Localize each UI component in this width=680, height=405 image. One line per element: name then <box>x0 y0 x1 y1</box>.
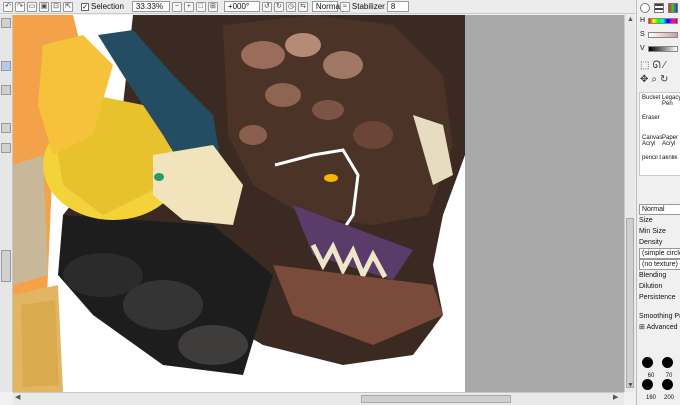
advanced-label: Advanced <box>646 324 678 331</box>
layer-button-3[interactable] <box>1 123 11 133</box>
clear-icon[interactable]: ⊡ <box>51 1 61 12</box>
color-grid-icon[interactable] <box>668 3 678 13</box>
rotate-reset-icon[interactable]: ◷ <box>285 1 296 12</box>
move-icon[interactable]: ✥ <box>640 75 648 85</box>
stabilizer-icon: ≈ <box>339 1 350 12</box>
left-panel-strip <box>0 15 13 392</box>
brush-texture-select[interactable]: (no texture) <box>639 259 680 270</box>
selection-checkbox[interactable]: ✓ <box>81 2 89 11</box>
brush-preset-dot[interactable] <box>662 379 673 390</box>
vertical-scroll-thumb[interactable] <box>626 218 634 388</box>
zoom-field[interactable]: 33.33% <box>131 1 170 12</box>
brush-properties: Normal Size Min Size Density (simple cir… <box>639 204 680 333</box>
zoom-reset-icon[interactable]: □ <box>195 1 206 12</box>
horizontal-scrollbar[interactable]: ◀ ▶ <box>13 392 624 405</box>
advanced-toggle[interactable]: ⊞ Advanced <box>639 322 680 333</box>
select-rect-icon[interactable]: ⬚ <box>640 61 649 71</box>
lasso-icon[interactable]: ᘏ <box>652 61 660 71</box>
transform-icon[interactable]: ⇱ <box>63 1 73 12</box>
scroll-right-icon[interactable]: ▶ <box>613 393 618 403</box>
size-label: Size <box>639 217 653 224</box>
zoom-tool-icon[interactable]: ⌕ <box>651 75 657 85</box>
tool-pencil-brush[interactable]: pencil br <box>642 155 661 161</box>
artwork-illustration <box>13 15 465 392</box>
rotation-field[interactable]: +000° <box>223 1 260 12</box>
dilution-label: Dilution <box>639 283 663 290</box>
top-toolbar: ↶ ↷ ▭ ▣ ⊡ ⇱ ✓ Selection 33.33% − + □ ⊞ +… <box>0 0 635 14</box>
layer-button[interactable] <box>1 61 11 71</box>
hue-label: H <box>640 17 646 24</box>
blend-mode-field[interactable]: Normal <box>311 1 342 12</box>
expand-icon: ⊞ <box>639 324 645 331</box>
horizontal-scroll-thumb[interactable] <box>361 395 511 403</box>
brush-preset-size: 160 <box>645 395 656 401</box>
redo-icon[interactable]: ↷ <box>15 1 25 12</box>
color-bars-icon[interactable] <box>654 3 664 13</box>
brush-size-presets: 60 70 160 200 <box>642 357 680 401</box>
density-label: Density <box>639 239 663 246</box>
layer-button-2[interactable] <box>1 85 11 95</box>
saturation-slider[interactable] <box>648 32 678 38</box>
scroll-up-icon[interactable]: ▲ <box>627 15 634 25</box>
brush-preset-dot[interactable] <box>642 379 653 390</box>
zoom-out-icon[interactable]: − <box>171 1 182 12</box>
value-slider[interactable] <box>648 46 678 52</box>
deselect-icon[interactable]: ▭ <box>27 1 37 12</box>
tool-akrilik[interactable]: akrilik <box>662 155 680 161</box>
tool-canvas-acrylic[interactable]: Canvas Acryl <box>642 135 662 147</box>
magic-wand-icon[interactable]: ⁄ <box>664 61 666 71</box>
tool-bucket[interactable]: Bucket <box>642 95 660 101</box>
navigator-thumb[interactable] <box>1 18 11 28</box>
tool-paper-acrylic[interactable]: Paper Acryl <box>662 135 680 147</box>
layer-scroll[interactable] <box>1 250 11 282</box>
right-tool-panel: H S V ⬚ ᘏ ⁄ ✥ ⌕ ↻ Bucket Legacy Pen Eras… <box>636 0 680 405</box>
flip-icon[interactable]: ⇆ <box>297 1 308 12</box>
layer-button-4[interactable] <box>1 143 11 153</box>
selection-label: Selection <box>91 1 124 11</box>
brush-preset-dot[interactable] <box>662 357 673 368</box>
tool-eraser[interactable]: Eraser <box>642 115 660 121</box>
hue-slider[interactable] <box>648 18 678 24</box>
vertical-scrollbar[interactable]: ▲ ▼ <box>624 15 635 392</box>
zoom-fit-icon[interactable]: ⊞ <box>207 1 218 12</box>
smoothing-label: Smoothing Pre <box>639 313 680 320</box>
brush-preset-dot[interactable] <box>642 357 653 368</box>
brush-shape-select[interactable]: (simple circle) <box>639 248 680 259</box>
invert-selection-icon[interactable]: ▣ <box>39 1 49 12</box>
rotate-left-icon[interactable]: ↺ <box>261 1 272 12</box>
scroll-left-icon[interactable]: ◀ <box>15 393 20 403</box>
zoom-in-icon[interactable]: + <box>183 1 194 12</box>
min-size-label: Min Size <box>639 228 666 235</box>
value-label: V <box>640 45 645 52</box>
rotate-right-icon[interactable]: ↻ <box>273 1 284 12</box>
brush-preset-size: 200 <box>663 395 674 401</box>
scroll-down-icon[interactable]: ▼ <box>627 381 634 391</box>
blending-label: Blending <box>639 272 667 279</box>
rotate-tool-icon[interactable]: ↻ <box>660 75 668 85</box>
drawing-canvas[interactable] <box>13 15 465 392</box>
tool-legacy-pen[interactable]: Legacy Pen <box>662 95 680 107</box>
canvas-background <box>465 15 624 392</box>
stabilizer-field[interactable]: 8 <box>386 1 409 12</box>
persistence-label: Persistence <box>639 294 676 301</box>
color-wheel-icon[interactable] <box>640 3 650 13</box>
stabilizer-label: Stabilizer <box>351 1 385 11</box>
brush-mode-select[interactable]: Normal <box>639 204 680 215</box>
tool-list: Bucket Legacy Pen Eraser Canvas Acryl Pa… <box>639 92 680 176</box>
saturation-label: S <box>640 31 645 38</box>
undo-icon[interactable]: ↶ <box>3 1 13 12</box>
